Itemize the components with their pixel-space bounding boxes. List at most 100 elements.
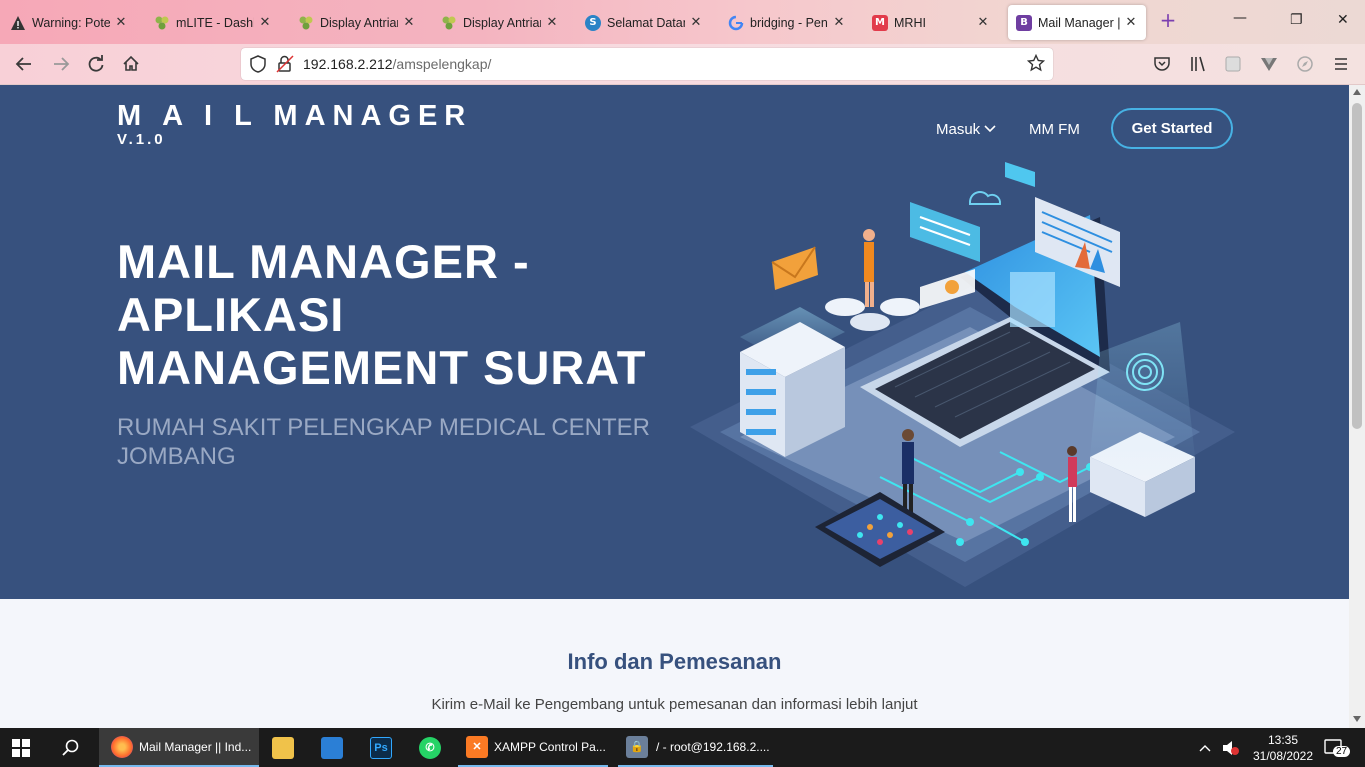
notification-center-button[interactable]: 27 — [1324, 728, 1352, 767]
tab-warning[interactable]: Warning: Potent ✕ — [2, 5, 136, 40]
tab-display-antrian-2[interactable]: Display Antrian | ✕ — [433, 5, 567, 40]
tab-title: mLITE - Dashbo — [176, 15, 254, 30]
notification-count-badge: 27 — [1333, 746, 1351, 757]
browser-tab-bar: Warning: Potent ✕ mLITE - Dashbo ✕ Displ… — [0, 0, 1365, 44]
extension-icon[interactable] — [1222, 53, 1244, 75]
mlite-icon — [154, 15, 170, 31]
windows-taskbar: Mail Manager || Ind... Ps ✆ ✕ XAMPP Cont… — [0, 728, 1365, 767]
taskbar-winscp[interactable]: 🔒 / - root@192.168.2.... — [618, 728, 773, 767]
get-started-button[interactable]: Get Started — [1111, 108, 1233, 149]
search-button[interactable] — [62, 728, 84, 767]
taskbar-app-blue[interactable] — [321, 728, 345, 767]
start-button[interactable] — [12, 728, 38, 767]
mlite-icon — [441, 15, 457, 31]
insecure-lock-icon[interactable] — [276, 55, 294, 77]
section-title: Info dan Pemesanan — [567, 649, 782, 674]
close-icon[interactable]: ✕ — [258, 15, 272, 30]
warning-icon — [10, 15, 26, 31]
firefox-icon — [111, 735, 133, 758]
close-icon[interactable]: ✕ — [545, 15, 559, 30]
close-icon[interactable]: ✕ — [832, 15, 846, 30]
tab-display-antrian[interactable]: Display Antrian | ✕ — [290, 5, 424, 40]
taskbar-firefox[interactable]: Mail Manager || Ind... — [99, 728, 259, 767]
browser-nav-bar: 192.168.2.212/amspelengkap/ — [0, 44, 1365, 85]
new-tab-icon[interactable]: + — [1157, 10, 1179, 32]
back-icon[interactable] — [13, 53, 35, 75]
s-icon: S — [585, 14, 601, 31]
tab-bridging[interactable]: bridging - Penel ✕ — [720, 5, 854, 40]
close-icon[interactable]: ✕ — [976, 15, 990, 30]
taskbar-xampp[interactable]: ✕ XAMPP Control Pa... — [458, 728, 608, 767]
tab-mlite[interactable]: mLITE - Dashbo ✕ — [146, 5, 280, 40]
url-path: /amspelengkap/ — [392, 56, 492, 72]
system-clock[interactable]: 13:35 31/08/2022 — [1248, 732, 1318, 764]
close-icon[interactable]: ✕ — [402, 15, 416, 30]
nav-mm-fm[interactable]: MM FM — [1029, 121, 1080, 138]
photoshop-icon: Ps — [370, 736, 392, 759]
window-app-icon — [321, 736, 343, 759]
tab-mrhi[interactable]: M MRHI ✕ — [864, 5, 998, 40]
chevron-down-icon — [984, 121, 996, 138]
section-text: Kirim e-Mail ke Pengembang untuk pemesan… — [431, 696, 918, 713]
tray-chevron-up-icon[interactable] — [1199, 728, 1213, 767]
tab-selamat-datang[interactable]: S Selamat Datang ✕ — [577, 5, 711, 40]
url-text[interactable]: 192.168.2.212/amspelengkap/ — [303, 56, 491, 72]
tab-title: Warning: Potent — [32, 15, 110, 30]
taskbar-item-label: XAMPP Control Pa... — [494, 739, 606, 754]
brand-logo[interactable]: M A I L MANAGER — [117, 100, 472, 133]
tab-title: Display Antrian | — [320, 15, 398, 30]
close-icon[interactable]: ✕ — [1124, 15, 1138, 30]
reload-icon[interactable] — [85, 53, 107, 75]
pocket-icon[interactable] — [1151, 53, 1173, 75]
scroll-down-icon[interactable] — [1353, 716, 1361, 722]
taskbar-photoshop[interactable]: Ps — [370, 728, 394, 767]
address-bar[interactable]: 192.168.2.212/amspelengkap/ — [241, 48, 1053, 80]
tab-mail-manager[interactable]: B Mail Manager || ✕ — [1008, 5, 1146, 40]
bookmark-star-icon[interactable] — [1026, 53, 1046, 76]
hamburger-menu-icon[interactable] — [1330, 53, 1352, 75]
taskbar-whatsapp[interactable]: ✆ — [419, 728, 443, 767]
tab-title: Mail Manager || — [1038, 15, 1120, 30]
library-icon[interactable] — [1187, 53, 1209, 75]
window-close-icon[interactable]: ✕ — [1337, 12, 1349, 28]
scroll-up-icon[interactable] — [1353, 89, 1361, 95]
google-icon — [728, 15, 744, 31]
clock-time: 13:35 — [1267, 733, 1299, 747]
bootstrap-icon: B — [1016, 14, 1032, 31]
forward-icon[interactable] — [50, 53, 72, 75]
taskbar-item-label: Mail Manager || Ind... — [139, 739, 252, 754]
close-icon[interactable]: ✕ — [689, 15, 703, 30]
restore-icon[interactable]: ❐ — [1290, 12, 1303, 28]
whatsapp-icon: ✆ — [419, 736, 441, 759]
xampp-icon: ✕ — [466, 735, 488, 758]
page-scrollbar[interactable] — [1349, 85, 1365, 728]
folder-icon — [272, 736, 294, 759]
info-section: Info dan Pemesanan Kirim e-Mail ke Penge… — [0, 599, 1349, 728]
search-icon — [62, 739, 79, 756]
nav-masuk-label: Masuk — [936, 121, 981, 138]
brand-version: V.1.0 — [117, 131, 166, 148]
vuejs-devtools-icon[interactable] — [1258, 53, 1280, 75]
windows-logo-icon — [12, 738, 30, 757]
scrollbar-thumb[interactable] — [1352, 103, 1362, 429]
winscp-icon: 🔒 — [626, 735, 648, 758]
hero-illustration — [690, 162, 1235, 587]
tab-title: Selamat Datang — [607, 15, 685, 30]
volume-muted-icon[interactable] — [1221, 728, 1241, 767]
mrhi-icon: M — [872, 14, 888, 31]
shield-icon[interactable] — [249, 55, 267, 77]
hero-section: M A I L MANAGER V.1.0 Masuk MM FM Get St… — [0, 85, 1349, 599]
web-page: M A I L MANAGER V.1.0 Masuk MM FM Get St… — [0, 85, 1349, 728]
mlite-icon — [298, 15, 314, 31]
tab-title: MRHI — [894, 15, 926, 30]
home-icon[interactable] — [120, 53, 142, 75]
compass-icon[interactable] — [1294, 53, 1316, 75]
hero-title: MAIL MANAGER - APLIKASI MANAGEMENT SURAT — [117, 235, 647, 394]
taskbar-item-label: / - root@192.168.2.... — [656, 739, 770, 754]
taskbar-file-explorer[interactable] — [272, 728, 296, 767]
minimize-icon[interactable]: — — [1233, 10, 1247, 26]
clock-date: 31/08/2022 — [1252, 749, 1314, 763]
close-icon[interactable]: ✕ — [114, 15, 128, 30]
nav-masuk-dropdown[interactable]: Masuk — [936, 121, 996, 138]
tab-title: Display Antrian | — [463, 15, 541, 30]
